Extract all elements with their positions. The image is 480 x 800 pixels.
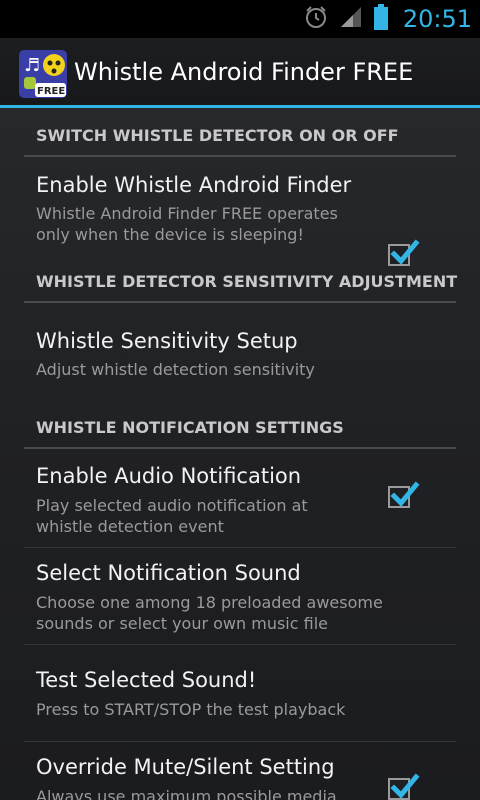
section-title: WHISTLE DETECTOR SENSITIVITY ADJUSTMENT xyxy=(36,272,458,291)
pref-whistle-sensitivity[interactable]: Whistle Sensitivity Setup Adjust whistle… xyxy=(24,304,456,400)
section-divider xyxy=(24,301,456,303)
section-header-sensitivity: WHISTLE DETECTOR SENSITIVITY ADJUSTMENT xyxy=(24,254,458,304)
app-logo-icon[interactable]: ♬ FREE xyxy=(18,49,68,99)
status-clock: 20:51 xyxy=(402,5,472,33)
alarm-icon xyxy=(303,4,329,34)
pref-summary: Play selected audio notification at whis… xyxy=(36,496,308,536)
pref-title: Select Notification Sound xyxy=(36,561,301,585)
pref-title: Override Mute/Silent Setting xyxy=(36,755,335,779)
section-divider xyxy=(24,447,456,449)
pref-title: Enable Audio Notification xyxy=(36,464,302,488)
pref-test-selected-sound[interactable]: Test Selected Sound! Press to START/STOP… xyxy=(24,645,456,742)
pref-enable-audio-notification[interactable]: Enable Audio Notification Play selected … xyxy=(24,450,456,548)
section-divider xyxy=(24,155,456,157)
pref-title: Enable Whistle Android Finder xyxy=(36,173,352,197)
status-bar: 20:51 xyxy=(0,0,480,38)
pref-summary: Press to START/STOP the test playback xyxy=(36,700,346,719)
pref-override-mute[interactable]: Override Mute/Silent Setting Always use … xyxy=(24,742,456,800)
checkmark-icon xyxy=(390,481,420,507)
section-header-notification: WHISTLE NOTIFICATION SETTINGS xyxy=(24,400,456,450)
section-header-switch: SWITCH WHISTLE DETECTOR ON OR OFF xyxy=(24,108,456,158)
signal-icon xyxy=(339,5,363,33)
pref-title: Whistle Sensitivity Setup xyxy=(36,329,298,353)
pref-summary: Whistle Android Finder FREE operates onl… xyxy=(36,204,338,244)
pref-title: Test Selected Sound! xyxy=(36,668,257,692)
app-title: Whistle Android Finder FREE xyxy=(74,58,414,86)
section-title: WHISTLE NOTIFICATION SETTINGS xyxy=(36,418,344,437)
override-mute-checkbox[interactable] xyxy=(388,773,420,800)
app-icon-badge: FREE xyxy=(37,86,65,97)
action-bar: ♬ FREE Whistle Android Finder FREE xyxy=(0,38,480,108)
pref-summary: Adjust whistle detection sensitivity xyxy=(36,360,315,379)
pref-summary: Always use maximum possible media xyxy=(36,787,337,800)
pref-summary: Choose one among 18 preloaded awesome so… xyxy=(36,593,383,633)
pref-select-notification-sound[interactable]: Select Notification Sound Choose one amo… xyxy=(24,548,456,645)
enable-audio-notification-checkbox[interactable] xyxy=(388,481,420,508)
checkmark-icon xyxy=(390,773,420,799)
svg-text:♬: ♬ xyxy=(24,55,40,76)
pref-enable-whistle-finder[interactable]: Enable Whistle Android Finder Whistle An… xyxy=(24,158,456,266)
preferences-list[interactable]: SWITCH WHISTLE DETECTOR ON OR OFF Enable… xyxy=(0,108,480,800)
section-title: SWITCH WHISTLE DETECTOR ON OR OFF xyxy=(36,126,399,145)
battery-icon xyxy=(373,3,389,35)
